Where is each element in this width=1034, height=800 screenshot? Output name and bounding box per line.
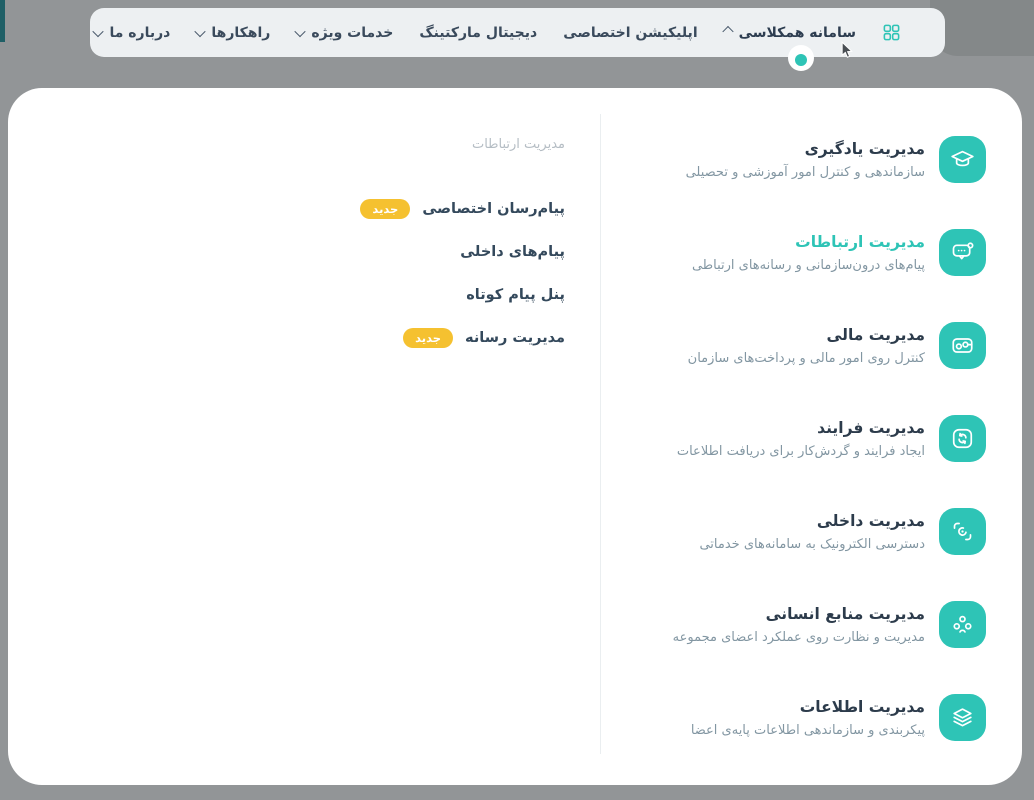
category-subtitle: دسترسی الکترونیک به سامانه‌های خدماتی (699, 536, 925, 552)
chevron-icon (194, 25, 207, 37)
graduation-cap-icon (939, 136, 986, 183)
chevron-icon (92, 25, 105, 37)
category-subtitle: سازماندهی و کنترل امور آموزشی و تحصیلی (685, 164, 925, 180)
nav-item[interactable]: خدمات ویژه (294, 24, 394, 41)
chevron-icon (294, 25, 307, 37)
submenu-item[interactable]: پیام‌رسان اختصاصی جدید (360, 198, 565, 220)
nav-item[interactable]: درباره ما (92, 24, 171, 41)
column-divider (600, 114, 601, 754)
category-title: مدیریت منابع انسانی (765, 604, 925, 623)
category-item[interactable]: مدیریت مالی کنترل روی امور مالی و پرداخت… (673, 322, 986, 369)
category-item[interactable]: مدیریت فرایند ایجاد فرایند و گردش‌کار بر… (673, 415, 986, 462)
category-subtitle: کنترل روی امور مالی و پرداخت‌های سازمان (687, 350, 925, 366)
nav-item[interactable]: اپلیکیشن اختصاصی (563, 25, 697, 41)
nav-item-label: دیجیتال مارکتینگ (419, 24, 538, 41)
category-item[interactable]: مدیریت اطلاعات پیکربندی و سازماندهی اطلا… (673, 694, 986, 741)
face-scan-icon (939, 508, 986, 555)
people-icon (939, 601, 986, 648)
category-text: مدیریت مالی کنترل روی امور مالی و پرداخت… (688, 326, 925, 366)
category-subtitle: پیام‌های درون‌سازمانی و رسانه‌های ارتباط… (691, 257, 925, 273)
category-text: مدیریت فرایند ایجاد فرایند و گردش‌کار بر… (677, 419, 925, 459)
category-title: مدیریت اطلاعات (799, 697, 925, 716)
category-item[interactable]: مدیریت داخلی دسترسی الکترونیک به سامانه‌… (673, 508, 986, 555)
nav-item-label: درباره ما (109, 24, 171, 41)
submenu-item[interactable]: مدیریت رسانه جدید (403, 327, 565, 349)
category-text: مدیریت یادگیری سازماندهی و کنترل امور آم… (686, 140, 925, 180)
chevron-icon (721, 25, 734, 37)
mouse-cursor (841, 41, 853, 58)
category-item[interactable]: مدیریت ارتباطات پیام‌های درون‌سازمانی و … (673, 229, 986, 276)
nav-item[interactable]: دیجیتال مارکتینگ (419, 25, 537, 41)
screen: سامانه همکلاسی اپلیکیشن اختصاصی دیجیتال … (0, 0, 1034, 800)
category-title: مدیریت فرایند (817, 418, 925, 437)
category-item[interactable]: مدیریت یادگیری سازماندهی و کنترل امور آم… (673, 136, 986, 183)
nav-item-label: راهکارها (211, 24, 271, 41)
apps-grid-icon[interactable] (882, 23, 901, 42)
category-title: مدیریت مالی (826, 325, 925, 344)
background-page-sliver (0, 0, 5, 42)
category-list: مدیریت یادگیری سازماندهی و کنترل امور آم… (673, 136, 986, 741)
megamenu-panel: مدیریت یادگیری سازماندهی و کنترل امور آم… (8, 88, 1022, 785)
layers-icon (939, 694, 986, 741)
category-text: مدیریت اطلاعات پیکربندی و سازماندهی اطلا… (691, 698, 925, 738)
category-title: مدیریت یادگیری (804, 139, 925, 158)
submenu-item-label: مدیریت رسانه (465, 330, 565, 346)
active-nav-dot-indicator (795, 54, 807, 66)
submenu-column: مدیریت ارتباطات پیام‌رسان اختصاصی جدید پ… (360, 136, 565, 370)
sync-icon (939, 415, 986, 462)
submenu-item-label: پنل پیام کوتاه (466, 287, 565, 303)
submenu-header: مدیریت ارتباطات (471, 137, 565, 152)
new-badge: جدید (360, 199, 411, 219)
category-subtitle: مدیریت و نظارت روی عملکرد اعضای مجموعه (672, 629, 925, 645)
submenu-item-label: پیام‌رسان اختصاصی (422, 201, 565, 217)
nav-item-label: اپلیکیشن اختصاصی (563, 24, 698, 41)
nav-item-label: خدمات ویژه (311, 24, 394, 41)
category-title: مدیریت ارتباطات (795, 232, 925, 251)
nav-item[interactable]: سامانه همکلاسی (721, 24, 856, 41)
submenu-item-label: پیام‌های داخلی (460, 244, 565, 260)
category-text: مدیریت ارتباطات پیام‌های درون‌سازمانی و … (692, 233, 925, 273)
category-subtitle: پیکربندی و سازماندهی اطلاعات پایه‌ی اعضا (690, 722, 925, 738)
background-page-blob (930, 0, 1034, 56)
nav-item[interactable]: راهکارها (194, 24, 271, 41)
top-navbar: سامانه همکلاسی اپلیکیشن اختصاصی دیجیتال … (90, 8, 945, 57)
submenu-item[interactable]: پنل پیام کوتاه (466, 284, 565, 306)
chat-icon (939, 229, 986, 276)
category-text: مدیریت داخلی دسترسی الکترونیک به سامانه‌… (699, 512, 925, 552)
category-text: مدیریت منابع انسانی مدیریت و نظارت روی ع… (673, 605, 925, 645)
submenu-item[interactable]: پیام‌های داخلی (460, 241, 565, 263)
category-title: مدیریت داخلی (816, 511, 925, 530)
category-subtitle: ایجاد فرایند و گردش‌کار برای دریافت اطلا… (676, 443, 925, 459)
nav-item-label: سامانه همکلاسی (738, 24, 856, 41)
new-badge: جدید (403, 328, 454, 348)
category-item[interactable]: مدیریت منابع انسانی مدیریت و نظارت روی ع… (673, 601, 986, 648)
wallet-icon (939, 322, 986, 369)
